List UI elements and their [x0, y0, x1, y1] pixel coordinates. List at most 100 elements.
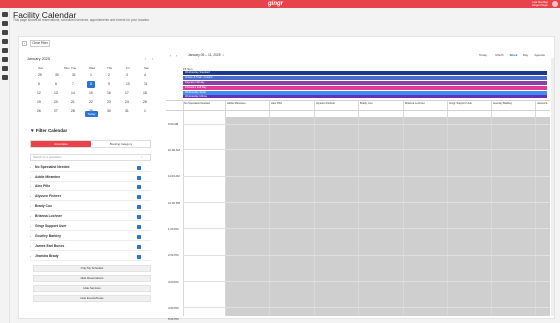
- chevron-right-icon[interactable]: ›: [30, 224, 31, 228]
- specialist-search-input[interactable]: Search for a specialist...: [30, 154, 151, 161]
- staff-checkbox[interactable]: [137, 194, 141, 199]
- mini-calendar-day[interactable]: 28: [71, 109, 75, 113]
- mini-calendar-day[interactable]: 19: [37, 100, 41, 104]
- home-icon[interactable]: [2, 12, 8, 17]
- mini-calendar-day[interactable]: 13: [54, 91, 58, 95]
- mini-calendar-day[interactable]: 15: [89, 91, 93, 95]
- view-week-button[interactable]: Week: [507, 52, 520, 59]
- staff-checkbox[interactable]: [137, 234, 141, 239]
- view-agenda-button[interactable]: Agenda: [531, 52, 548, 59]
- mini-calendar-prev-icon[interactable]: ‹: [145, 57, 146, 61]
- staff-checkbox[interactable]: [137, 165, 141, 170]
- staff-filter-item[interactable]: › No Specialist Needed: [30, 164, 151, 172]
- mini-calendar-day[interactable]: 6: [55, 82, 57, 86]
- mini-calendar-day[interactable]: 1: [144, 109, 146, 113]
- mini-calendar-day[interactable]: 30: [107, 109, 111, 113]
- hide-events-notes-button[interactable]: Hide Events/Notes: [33, 295, 151, 302]
- mini-calendar-day[interactable]: 22: [89, 100, 93, 104]
- all-day-event[interactable]: Chrissie's Full Day: [183, 86, 547, 90]
- mini-calendar-day[interactable]: 20: [54, 100, 58, 104]
- calendar-icon[interactable]: [2, 21, 8, 26]
- chevron-right-icon[interactable]: ›: [30, 244, 31, 248]
- mini-calendar-day[interactable]: 14: [71, 91, 75, 95]
- staff-checkbox[interactable]: [137, 244, 141, 249]
- today-button[interactable]: Today: [85, 111, 98, 117]
- chart-icon[interactable]: [2, 57, 8, 62]
- mini-calendar-day[interactable]: 8: [90, 82, 92, 86]
- mini-calendar-day[interactable]: 9: [108, 82, 110, 86]
- staff-filter-item[interactable]: › Jharsha Brady: [30, 253, 151, 261]
- mini-calendar-next-icon[interactable]: ›: [152, 57, 153, 61]
- chevron-right-icon[interactable]: ›: [30, 214, 31, 218]
- tab-associates[interactable]: Associates: [31, 141, 91, 147]
- clear-filter-button[interactable]: Clear Filter: [30, 40, 50, 47]
- mini-calendar-day[interactable]: 11: [144, 82, 148, 86]
- calendar-prev-icon[interactable]: ‹: [170, 54, 171, 58]
- mini-calendar-day[interactable]: 12: [37, 91, 41, 95]
- mini-calendar-day[interactable]: 3: [126, 73, 128, 77]
- heart-icon[interactable]: [2, 66, 8, 71]
- calendar-range-selector[interactable]: January 05 – 11, 2025 ▾: [188, 53, 224, 57]
- mini-calendar-day[interactable]: 30: [55, 73, 59, 77]
- mini-calendar-day[interactable]: 31: [125, 109, 129, 113]
- mini-calendar-day[interactable]: 5: [38, 82, 40, 86]
- calendar-scrollbar[interactable]: [551, 58, 554, 316]
- view-today-button[interactable]: Today: [476, 52, 490, 59]
- view-month-button[interactable]: Month: [492, 52, 507, 59]
- chevron-right-icon[interactable]: ›: [30, 234, 31, 238]
- staff-filter-item[interactable]: › Brady Cox: [30, 203, 151, 211]
- mini-calendar-day[interactable]: 10: [126, 82, 130, 86]
- hide-reservations-button[interactable]: Hide Reservations: [33, 275, 151, 282]
- expand-sidebar-button[interactable]: ›: [22, 41, 27, 46]
- mini-calendar-day[interactable]: 16: [107, 91, 111, 95]
- chevron-right-icon[interactable]: ›: [30, 165, 31, 169]
- settings-icon[interactable]: [2, 75, 8, 80]
- staff-checkbox[interactable]: [137, 254, 141, 259]
- calendar-next-icon[interactable]: ›: [176, 54, 177, 58]
- staff-checkbox[interactable]: [137, 224, 141, 229]
- mini-calendar-day[interactable]: 18: [143, 91, 147, 95]
- chevron-right-icon[interactable]: ›: [30, 175, 31, 179]
- all-day-event[interactable]: Groom & Train: 4 Hours: [183, 76, 547, 80]
- staff-filter-item[interactable]: › Gourley Barkley: [30, 233, 151, 241]
- inbox-icon[interactable]: [2, 39, 8, 44]
- mini-calendar-day[interactable]: 2: [108, 73, 110, 77]
- mini-calendar-day[interactable]: 1: [90, 73, 92, 77]
- avatar[interactable]: [552, 1, 558, 7]
- mini-calendar-day[interactable]: 17: [125, 91, 129, 95]
- all-day-event[interactable]: Wednesday Ultima: [183, 95, 547, 98]
- mini-calendar-day[interactable]: 27: [54, 109, 58, 113]
- staff-checkbox[interactable]: [137, 175, 141, 180]
- staff-filter-item[interactable]: › Alyssen Fisheer: [30, 193, 151, 201]
- staff-checkbox[interactable]: [137, 214, 141, 219]
- app-logo[interactable]: gingr: [268, 0, 283, 8]
- mini-calendar-day[interactable]: 25: [143, 100, 147, 104]
- staff-filter-item[interactable]: › Addie Miramine: [30, 174, 151, 182]
- all-day-event[interactable]: Wednesday Standard: [183, 71, 547, 75]
- all-day-event[interactable]: Daycare half day: [183, 81, 547, 85]
- mini-calendar-day[interactable]: 31: [72, 73, 76, 77]
- mini-calendar-day[interactable]: 29: [38, 73, 42, 77]
- mini-calendar-day[interactable]: 26: [37, 109, 41, 113]
- staff-checkbox[interactable]: [137, 184, 141, 189]
- chevron-right-icon[interactable]: ›: [30, 194, 31, 198]
- mini-calendar-day[interactable]: 21: [71, 100, 75, 104]
- card-icon[interactable]: [2, 48, 8, 53]
- mini-calendar-day[interactable]: 4: [144, 73, 146, 77]
- only-my-schedule-button[interactable]: Only My Schedule: [33, 265, 151, 272]
- staff-filter-item[interactable]: › Brianna Lochner: [30, 213, 151, 221]
- mini-calendar-day[interactable]: 7: [72, 82, 74, 86]
- staff-filter-item[interactable]: › Gingr Support User: [30, 223, 151, 231]
- staff-filter-item[interactable]: › James Earl Bones: [30, 243, 151, 251]
- staff-filter-item[interactable]: › Alex Piltz: [30, 183, 151, 191]
- user-info[interactable]: Lisa Test Rep Ginger Pinger: [532, 1, 548, 7]
- mini-calendar-day[interactable]: 24: [125, 100, 129, 104]
- chevron-right-icon[interactable]: ›: [30, 204, 31, 208]
- view-day-button[interactable]: Day: [520, 52, 531, 59]
- staff-checkbox[interactable]: [137, 204, 141, 209]
- chevron-right-icon[interactable]: ›: [30, 254, 31, 258]
- mini-calendar-day[interactable]: 23: [107, 100, 111, 104]
- paw-icon[interactable]: [2, 30, 8, 35]
- chevron-right-icon[interactable]: ›: [30, 184, 31, 188]
- tab-booking-category[interactable]: Booking Category: [91, 141, 151, 147]
